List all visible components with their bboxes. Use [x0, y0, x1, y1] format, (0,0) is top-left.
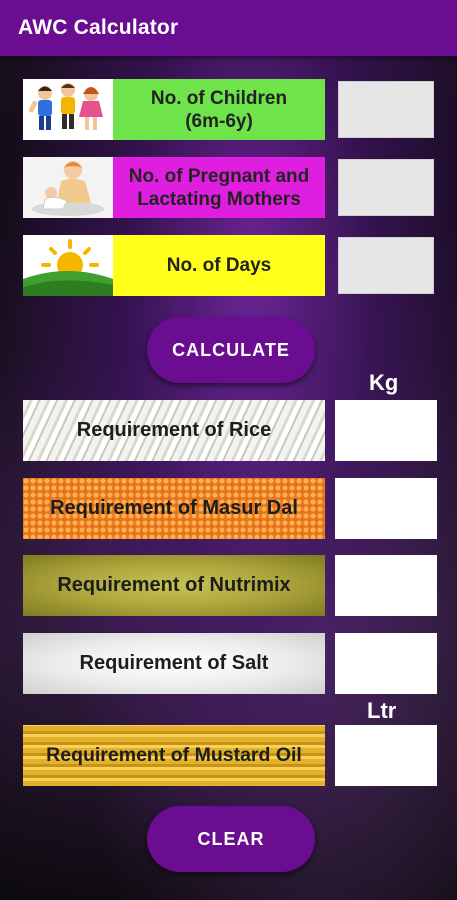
app-bar: AWC Calculator: [0, 0, 457, 56]
children-icon: [23, 79, 113, 140]
mothers-count-input[interactable]: [338, 159, 434, 216]
mustard-oil-label: Requirement of Mustard Oil: [23, 725, 325, 786]
salt-label: Requirement of Salt: [23, 633, 325, 694]
kg-unit-label: Kg: [369, 370, 399, 395]
rice-result-field: [335, 400, 437, 461]
app-title: AWC Calculator: [18, 16, 179, 39]
days-row: No. of Days: [23, 235, 325, 296]
days-label: No. of Days: [113, 235, 325, 296]
children-row: No. of Children (6m-6y): [23, 79, 325, 140]
days-count-input[interactable]: [338, 237, 434, 294]
nutrimix-result-field: [335, 555, 437, 616]
children-count-input[interactable]: [338, 81, 434, 138]
nutrimix-label: Requirement of Nutrimix: [23, 555, 325, 616]
mother-baby-icon: [23, 157, 113, 218]
masur-dal-result-field: [335, 478, 437, 539]
calculate-button[interactable]: CALCULATE: [147, 317, 315, 383]
ltr-unit-label: Ltr: [367, 698, 397, 723]
mustard-oil-result-field: [335, 725, 437, 786]
mothers-row: No. of Pregnant and Lactating Mothers: [23, 157, 325, 218]
mothers-label: No. of Pregnant and Lactating Mothers: [113, 157, 325, 218]
rice-label: Requirement of Rice: [23, 400, 325, 461]
children-label: No. of Children (6m-6y): [113, 79, 325, 140]
sunrise-icon: [23, 235, 113, 296]
salt-result-field: [335, 633, 437, 694]
masur-dal-label: Requirement of Masur Dal: [23, 478, 325, 539]
clear-button[interactable]: CLEAR: [147, 806, 315, 872]
